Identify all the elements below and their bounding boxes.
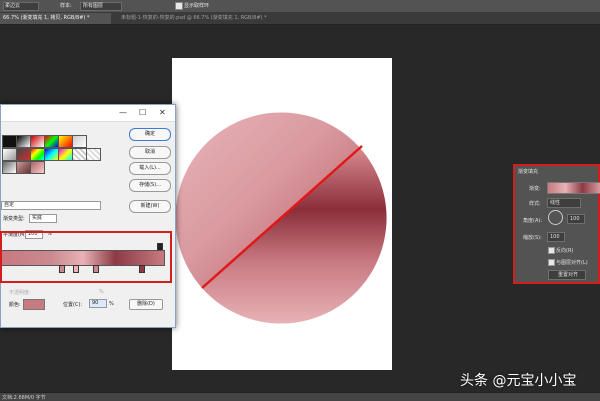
ok-button[interactable]: 确定 xyxy=(129,128,171,141)
preset-swatch[interactable] xyxy=(72,148,87,161)
preset-swatch[interactable] xyxy=(86,148,101,161)
angle-dial[interactable] xyxy=(548,210,563,225)
location-unit: % xyxy=(109,301,114,307)
align-checkbox[interactable] xyxy=(548,259,555,266)
sample-label: 样本: xyxy=(60,3,72,9)
gradient-type-label: 渐变类型: xyxy=(3,216,25,222)
preset-swatch[interactable] xyxy=(44,148,59,161)
gradient-fill-dialog: 渐变填充 渐变: 样式: 线性 角度(A): 100 缩放(S): 100 反向… xyxy=(513,164,600,284)
show-ring-label: 显示取样环 xyxy=(184,3,210,9)
reverse-checkbox[interactable] xyxy=(548,247,555,254)
new-button[interactable]: 新建(W) xyxy=(129,200,171,213)
style-select[interactable]: 线性 xyxy=(547,198,581,208)
preset-swatch[interactable] xyxy=(2,135,17,148)
preset-swatch[interactable] xyxy=(44,135,59,148)
opacity-label: 不透明度: xyxy=(9,290,31,296)
preset-swatch[interactable] xyxy=(30,161,45,174)
align-label: 与图层对齐(L) xyxy=(556,260,588,266)
minimize-icon[interactable]: — xyxy=(119,108,127,117)
gradient-picker[interactable] xyxy=(547,182,600,194)
preset-swatch[interactable] xyxy=(58,148,73,161)
style-label: 样式: xyxy=(529,201,541,207)
cancel-button[interactable]: 取消 xyxy=(129,146,171,159)
dialog-title: 渐变填充 xyxy=(518,169,539,175)
reverse-label: 反向(R) xyxy=(556,248,574,254)
scale-input[interactable]: 100 xyxy=(547,232,565,242)
scale-label: 缩放(S): xyxy=(523,235,542,241)
show-ring-checkbox[interactable] xyxy=(175,2,183,10)
reset-align-button[interactable]: 重置对齐 xyxy=(548,270,586,280)
preset-swatch[interactable] xyxy=(16,161,31,174)
preset-swatch[interactable] xyxy=(2,148,17,161)
mode-label: 柔边云 xyxy=(5,3,21,9)
watermark: 头条 @元宝小小宝 xyxy=(460,373,577,389)
sample-value: 所有图层 xyxy=(83,3,104,9)
opacity-unit: % xyxy=(99,289,104,295)
location-label: 位置(C): xyxy=(63,302,83,308)
close-icon[interactable]: ✕ xyxy=(159,108,166,117)
highlight-box xyxy=(0,231,172,283)
maximize-icon[interactable]: ☐ xyxy=(139,108,146,117)
preset-swatch[interactable] xyxy=(72,135,87,148)
gradient-type-select[interactable]: 实底 xyxy=(29,214,57,223)
preset-swatch[interactable] xyxy=(2,161,17,174)
artwork xyxy=(175,112,387,324)
options-bar: 柔边云 样本: 所有图层 显示取样环 xyxy=(0,0,600,13)
preset-swatch[interactable] xyxy=(16,148,31,161)
color-label: 颜色: xyxy=(9,302,21,308)
delete-stop-button[interactable]: 删除(D) xyxy=(129,299,163,310)
location-input[interactable]: 90 xyxy=(89,299,107,308)
tab-document-active[interactable]: 66.7% (渐变填充 1, 拷贝, RGB/8#) * xyxy=(0,13,111,24)
gradient-editor-dialog: — ☐ ✕ 确定 取消 载入(L)... 存储(S)... 新建(W) 自定 渐… xyxy=(0,104,176,328)
preset-swatch[interactable] xyxy=(16,135,31,148)
dialog-titlebar: — ☐ ✕ xyxy=(1,105,175,122)
canvas-document[interactable] xyxy=(172,58,392,370)
load-button[interactable]: 载入(L)... xyxy=(129,162,171,175)
stop-color-swatch[interactable] xyxy=(23,299,45,310)
preset-swatch[interactable] xyxy=(30,148,45,161)
angle-label: 角度(A): xyxy=(523,218,543,224)
save-button[interactable]: 存储(S)... xyxy=(129,179,171,192)
document-tab-bar: 66.7% (渐变填充 1, 拷贝, RGB/8#) * 未标题-1-恢复的-恢… xyxy=(0,13,600,25)
preset-swatch[interactable] xyxy=(30,135,45,148)
preset-swatch[interactable] xyxy=(58,135,73,148)
tab-document-inactive[interactable]: 未标题-1-恢复的-恢复的.psd @ 66.7% (渐变填充 1, RGB/8… xyxy=(118,13,341,24)
gradient-name-field[interactable]: 自定 xyxy=(1,201,101,210)
gradient-label: 渐变: xyxy=(529,186,541,192)
angle-input[interactable]: 100 xyxy=(567,214,585,224)
